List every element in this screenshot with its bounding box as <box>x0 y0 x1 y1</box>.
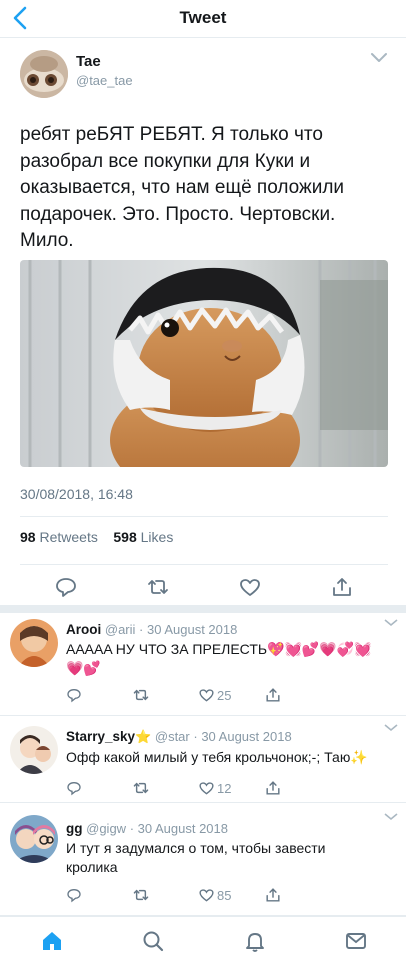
reply-date: · 30 August 2018 <box>193 729 292 744</box>
likes-label[interactable]: Likes <box>141 529 174 545</box>
reply-author-name[interactable]: Arooi <box>66 622 101 637</box>
share-icon <box>266 781 280 795</box>
like-button[interactable]: 12 <box>198 778 231 798</box>
reply-author-name[interactable]: gg <box>66 821 83 836</box>
retweets-label[interactable]: Retweets <box>39 529 97 545</box>
retweet-icon <box>133 689 149 701</box>
reply-date: · 30 August 2018 <box>129 821 228 836</box>
retweet-icon[interactable] <box>146 576 170 598</box>
tweet-photo[interactable] <box>20 260 388 467</box>
engagement-counts: 98 Retweets 598 Likes <box>20 529 173 545</box>
reply-header: Arooi @arii · 30 August 2018 <box>66 622 237 637</box>
avatar[interactable] <box>20 50 68 98</box>
retweet-icon <box>133 889 149 901</box>
like-button[interactable]: 25 <box>198 685 231 705</box>
like-icon <box>199 689 214 702</box>
avatar[interactable] <box>10 619 58 667</box>
like-button[interactable]: 85 <box>198 885 231 905</box>
reply-text: Офф какой милый у тебя крольчонок;-; Таю… <box>66 749 368 765</box>
like-count: 12 <box>217 780 232 796</box>
avatar[interactable] <box>10 726 58 774</box>
retweets-count[interactable]: 98 <box>20 529 36 545</box>
reply-handle[interactable]: @arii <box>105 622 136 637</box>
caret-down-icon[interactable] <box>384 724 398 732</box>
caret-down-icon[interactable] <box>384 813 398 821</box>
reply-button[interactable] <box>66 778 82 798</box>
share-icon <box>266 688 280 702</box>
avatar[interactable] <box>10 815 58 863</box>
like-count: 25 <box>217 687 232 703</box>
tweet-actions <box>0 574 406 602</box>
reply-button[interactable] <box>66 685 82 705</box>
page-title: Tweet <box>179 8 227 27</box>
divider <box>20 564 388 565</box>
caret-down-icon[interactable] <box>370 52 388 64</box>
share-icon[interactable] <box>330 576 354 598</box>
retweet-button[interactable] <box>132 885 150 905</box>
retweet-button[interactable] <box>132 685 150 705</box>
reply-button[interactable] <box>66 885 82 905</box>
like-count: 85 <box>217 887 232 903</box>
reply-author-name[interactable]: Starry_sky <box>66 729 135 744</box>
reply-tweet[interactable]: Starry_sky⭐ @star · 30 August 2018 Офф к… <box>0 716 406 803</box>
section-separator <box>0 605 406 613</box>
search-icon[interactable] <box>141 929 165 953</box>
share-icon <box>266 888 280 902</box>
messages-icon[interactable] <box>344 929 368 953</box>
retweet-button[interactable] <box>132 778 150 798</box>
likes-count[interactable]: 598 <box>113 529 136 545</box>
reply-handle[interactable]: @gigw <box>86 821 126 836</box>
reply-icon <box>67 688 81 703</box>
like-icon <box>199 782 214 795</box>
tweet-text: ребят реБЯТ РЕБЯТ. Я только что разобрал… <box>20 124 345 251</box>
like-icon <box>199 889 214 902</box>
star-badge: ⭐ <box>135 729 152 744</box>
tweet-timestamp: 30/08/2018, 16:48 <box>20 486 133 502</box>
reply-handle[interactable]: @star <box>155 729 190 744</box>
reply-icon[interactable] <box>54 576 78 598</box>
reply-header: Starry_sky⭐ @star · 30 August 2018 <box>66 729 292 745</box>
share-button[interactable] <box>264 685 282 705</box>
home-icon[interactable] <box>40 929 64 953</box>
notifications-icon[interactable] <box>243 929 267 953</box>
reply-header: gg @gigw · 30 August 2018 <box>66 821 228 836</box>
author-name[interactable]: Tae <box>76 53 101 70</box>
reply-text: АААAA НУ ЧТО ЗА ПРЕЛЕСТЬ💖💓💕💗💞💓💗💕 <box>66 641 372 676</box>
author-handle[interactable]: @tae_tae <box>76 73 133 88</box>
like-icon[interactable] <box>238 576 262 598</box>
retweet-icon <box>133 782 149 794</box>
reply-tweet[interactable]: gg @gigw · 30 August 2018 И тут я задума… <box>0 803 406 916</box>
share-button[interactable] <box>264 885 282 905</box>
nav-bar: Tweet <box>0 0 406 38</box>
reply-icon <box>67 888 81 903</box>
reply-tweet[interactable]: Arooi @arii · 30 August 2018 АААAA НУ ЧТ… <box>0 613 406 716</box>
reply-date: · 30 August 2018 <box>139 622 238 637</box>
bottom-tab-bar <box>0 916 406 960</box>
caret-down-icon[interactable] <box>384 619 398 627</box>
reply-text: И тут я задумался о том, чтобы завести к… <box>66 840 326 875</box>
share-button[interactable] <box>264 778 282 798</box>
divider <box>20 516 388 517</box>
reply-icon <box>67 781 81 796</box>
